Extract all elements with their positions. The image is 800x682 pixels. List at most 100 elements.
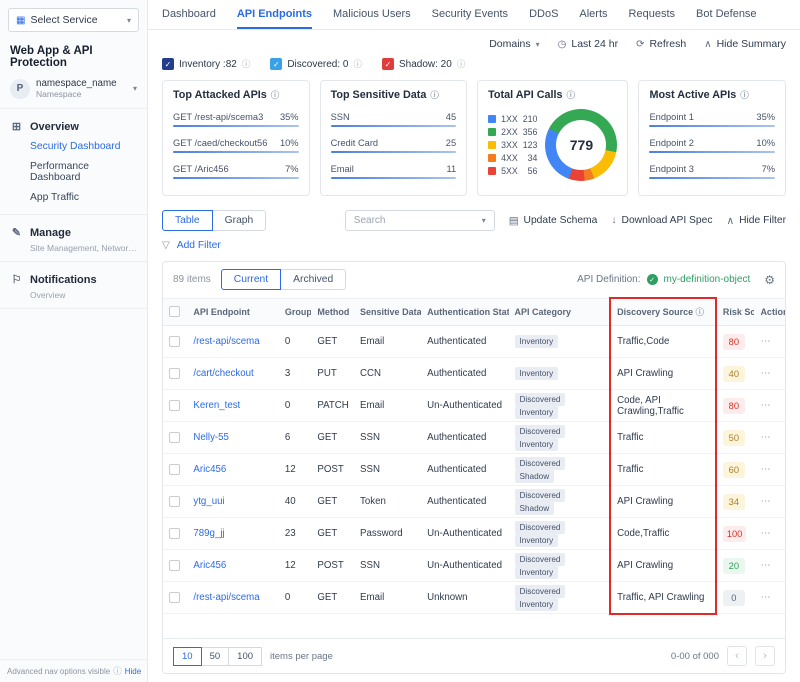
sidebar-item-security-dashboard[interactable]: Security Dashboard xyxy=(0,137,147,157)
sidebar-item-overview[interactable]: ⊞ Overview xyxy=(0,116,147,137)
inventory-filter-shadow[interactable]: ✓Shadow: 20ⓘ xyxy=(382,58,465,70)
namespace-selector[interactable]: P namespace_name Namespace ▾ xyxy=(0,74,147,109)
select-all-checkbox[interactable] xyxy=(169,306,180,317)
row-checkbox[interactable] xyxy=(169,496,180,507)
add-filter-button[interactable]: Add Filter xyxy=(177,240,221,251)
actions-cell: ⋯ xyxy=(754,582,785,614)
next-page-button[interactable]: › xyxy=(755,646,775,666)
inventory-filter-inventory[interactable]: ✓Inventory :82ⓘ xyxy=(162,58,250,70)
row-checkbox[interactable] xyxy=(169,336,180,347)
endpoint-cell: Nelly-55 xyxy=(187,422,278,454)
legend-item: 3XX123 xyxy=(488,140,537,150)
column-header-label: Method xyxy=(317,307,349,317)
sidebar-item-notifications[interactable]: ⚐ Notifications xyxy=(0,269,147,290)
endpoint-link[interactable]: Nelly-55 xyxy=(193,432,229,443)
time-range-selector[interactable]: ◷ Last 24 hr xyxy=(558,38,618,50)
prev-page-button[interactable]: ‹ xyxy=(727,646,747,666)
tab-dashboard[interactable]: Dashboard xyxy=(162,0,216,29)
chevron-down-icon: ▾ xyxy=(127,16,131,25)
hide-summary-button[interactable]: ∧ Hide Summary xyxy=(704,38,786,50)
endpoint-link[interactable]: /rest-api/scema xyxy=(193,592,259,603)
info-icon: ⓘ xyxy=(353,58,362,70)
page-size-50[interactable]: 50 xyxy=(201,647,230,666)
sidebar-item-performance-dashboard[interactable]: Performance Dashboard xyxy=(0,157,147,188)
namespace-name: namespace_name xyxy=(36,78,117,89)
actions-menu-icon[interactable]: ⋯ xyxy=(760,368,771,379)
row-checkbox[interactable] xyxy=(169,464,180,475)
row-checkbox[interactable] xyxy=(169,432,180,443)
actions-menu-icon[interactable]: ⋯ xyxy=(760,528,771,539)
row-checkbox[interactable] xyxy=(169,560,180,571)
actions-menu-icon[interactable]: ⋯ xyxy=(760,400,771,411)
sidebar-item-manage[interactable]: ✎ Manage xyxy=(0,222,147,243)
tab-requests[interactable]: Requests xyxy=(629,0,675,29)
endpoint-link[interactable]: /cart/checkout xyxy=(193,368,253,379)
service-selector[interactable]: ▦ Select Service ▾ xyxy=(8,8,139,32)
graph-view-button[interactable]: Graph xyxy=(212,210,267,231)
risk-score-badge: 40 xyxy=(723,366,745,382)
column-header-authentication-state[interactable]: Authentication State ⓘ xyxy=(421,298,508,326)
hide-nav-link[interactable]: Hide xyxy=(125,667,141,676)
risk-score-badge: 20 xyxy=(723,558,745,574)
api-definition-link[interactable]: my-definition-object xyxy=(664,274,751,285)
column-header-api-endpoint[interactable]: API Endpoint xyxy=(187,298,278,326)
actions-menu-icon[interactable]: ⋯ xyxy=(760,464,771,475)
endpoint-link[interactable]: 789g_jj xyxy=(193,528,224,539)
domains-dropdown[interactable]: Domains ▾ xyxy=(489,38,539,50)
column-header-discovery-source[interactable]: Discovery Source ⓘ xyxy=(610,298,716,326)
sidebar-item-app-traffic[interactable]: App Traffic xyxy=(0,188,147,208)
checkbox-icon[interactable]: ✓ xyxy=(382,58,394,70)
endpoint-link[interactable]: Aric456 xyxy=(193,560,226,571)
tab-alerts[interactable]: Alerts xyxy=(579,0,607,29)
row-checkbox[interactable] xyxy=(169,528,180,539)
filter-label: Shadow: 20 xyxy=(399,59,452,70)
tab-bot-defense[interactable]: Bot Defense xyxy=(696,0,757,29)
update-schema-button[interactable]: ▤ Update Schema xyxy=(509,215,598,227)
download-api-spec-button[interactable]: ↓ Download API Spec xyxy=(611,215,712,226)
legend-value: 356 xyxy=(523,127,538,137)
row-checkbox[interactable] xyxy=(169,592,180,603)
column-header-sensitive-data[interactable]: Sensitive Data ⓘ xyxy=(354,298,421,326)
checkbox-icon[interactable]: ✓ xyxy=(270,58,282,70)
column-header-api-category[interactable]: API Category xyxy=(509,298,611,326)
endpoint-link[interactable]: ytg_uui xyxy=(193,496,224,507)
actions-menu-icon[interactable]: ⋯ xyxy=(760,592,771,603)
card-item-row: Endpoint 210% xyxy=(649,138,775,148)
discovery-source-cell: Code, API Crawling,Traffic xyxy=(610,390,716,422)
page-size-100[interactable]: 100 xyxy=(228,647,262,666)
info-icon: ⓘ xyxy=(567,89,576,101)
row-checkbox[interactable] xyxy=(169,400,180,411)
tab-malicious-users[interactable]: Malicious Users xyxy=(333,0,411,29)
archived-tab[interactable]: Archived xyxy=(280,269,346,290)
row-checkbox[interactable] xyxy=(169,368,180,379)
domains-label: Domains xyxy=(489,38,530,50)
endpoint-link[interactable]: Aric456 xyxy=(193,464,226,475)
card-item: GET /Aric4567% xyxy=(173,164,299,179)
column-header-method[interactable]: Method xyxy=(311,298,354,326)
filter-funnel-icon: ▽ xyxy=(162,240,170,251)
table-view-button[interactable]: Table xyxy=(162,210,213,231)
endpoint-link[interactable]: /rest-api/scema xyxy=(193,336,259,347)
actions-menu-icon[interactable]: ⋯ xyxy=(760,560,771,571)
hide-filter-button[interactable]: ∧ Hide Filter xyxy=(727,215,786,227)
column-header-risk-score[interactable]: Risk Score xyxy=(716,298,755,326)
actions-menu-icon[interactable]: ⋯ xyxy=(760,432,771,443)
row-checkbox-cell xyxy=(163,550,187,582)
tab-security-events[interactable]: Security Events xyxy=(432,0,508,29)
search-input[interactable]: Search ▾ xyxy=(345,210,495,231)
endpoint-link[interactable]: Keren_test xyxy=(193,400,240,411)
column-header-group[interactable]: Group xyxy=(279,298,312,326)
info-icon: ⓘ xyxy=(113,665,122,677)
refresh-button[interactable]: ⟳ Refresh xyxy=(636,38,686,50)
risk-score-badge: 34 xyxy=(723,494,745,510)
actions-menu-icon[interactable]: ⋯ xyxy=(760,496,771,507)
gear-icon[interactable]: ⚙ xyxy=(764,273,775,287)
actions-menu-icon[interactable]: ⋯ xyxy=(760,336,771,347)
tab-ddos[interactable]: DDoS xyxy=(529,0,558,29)
checkbox-icon[interactable]: ✓ xyxy=(162,58,174,70)
tab-api-endpoints[interactable]: API Endpoints xyxy=(237,0,312,29)
current-tab[interactable]: Current xyxy=(221,269,281,290)
inventory-filter-discovered[interactable]: ✓Discovered: 0ⓘ xyxy=(270,58,362,70)
column-header-actions[interactable]: Actions xyxy=(754,298,785,326)
page-size-10[interactable]: 10 xyxy=(173,647,202,666)
